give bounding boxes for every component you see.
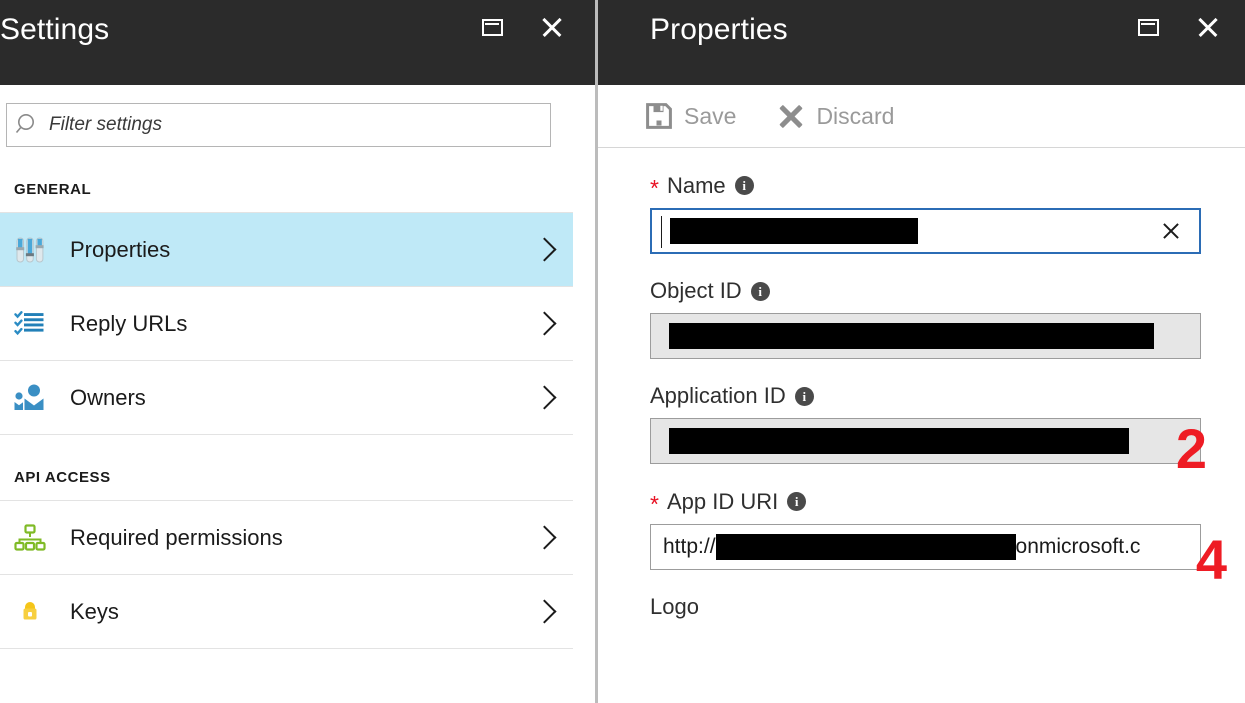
sidebar-item-label: Owners: [70, 384, 146, 410]
required-asterisk: *: [650, 175, 659, 201]
field-label-text: Application ID: [650, 383, 786, 408]
sidebar-item-label: Required permissions: [70, 524, 283, 550]
sidebar-item-reply-urls[interactable]: Reply URLs: [0, 287, 573, 361]
people-icon: [14, 383, 58, 413]
field-label-text: Name: [666, 172, 726, 198]
sidebar-item-keys[interactable]: Keys: [0, 575, 573, 649]
discard-icon: [778, 103, 804, 129]
close-icon: [1196, 15, 1220, 39]
field-application-id: Application ID i 2: [650, 385, 1207, 477]
settings-blade-header: Settings: [0, 0, 595, 85]
redacted-value: [669, 428, 1129, 454]
settings-body: GENERAL: [0, 85, 595, 703]
field-name: * Name i: [650, 174, 1201, 254]
field-logo: Logo: [650, 596, 1201, 618]
sidebar-item-properties[interactable]: Properties: [0, 213, 573, 287]
field-label-object-id: Object ID i: [650, 280, 1201, 302]
info-icon[interactable]: i: [794, 386, 814, 406]
save-icon: [646, 103, 672, 129]
properties-form: * Name i Object ID i Application ID i 2 …: [598, 148, 1245, 703]
redacted-value: [670, 218, 918, 244]
properties-restore-button[interactable]: [1133, 12, 1163, 42]
sidebar-item-owners[interactable]: Owners: [0, 361, 573, 435]
sidebar-item-label: Keys: [70, 598, 119, 624]
app-id-uri-suffix: onmicrosoft.c: [1015, 535, 1141, 558]
discard-label: Discard: [816, 102, 895, 129]
app-id-uri-prefix: http://: [663, 535, 716, 558]
sidebar-item-label: Properties: [70, 236, 171, 262]
field-label-name: * Name i: [650, 172, 1201, 201]
field-label-text: App ID URI: [666, 488, 779, 514]
save-label: Save: [684, 102, 737, 129]
required-asterisk: *: [650, 491, 659, 517]
chevron-right-icon: [535, 309, 553, 339]
restore-icon: [1137, 18, 1159, 36]
search-icon: [7, 112, 49, 138]
settings-close-button[interactable]: [537, 12, 567, 42]
hierarchy-icon: [14, 523, 58, 553]
chevron-right-icon: [535, 597, 553, 627]
command-bar: Save Discard: [598, 85, 1245, 148]
info-icon[interactable]: i: [734, 176, 754, 195]
redacted-value: [715, 534, 1016, 560]
app-id-uri-input[interactable]: http:// onmicrosoft.c: [650, 524, 1201, 570]
settings-blade-title: Settings: [0, 13, 110, 46]
properties-blade-title: Properties: [650, 13, 788, 46]
chevron-right-icon: [535, 383, 553, 413]
properties-blade: Properties Save Discard * Name i Object …: [598, 0, 1245, 703]
info-icon[interactable]: i: [787, 492, 807, 511]
field-label-text: Logo: [650, 594, 699, 619]
filter-settings-box[interactable]: [6, 103, 551, 147]
field-label-logo: Logo: [650, 596, 1201, 618]
clear-name-button[interactable]: [1161, 221, 1181, 241]
chevron-right-icon: [535, 523, 553, 553]
chevron-right-icon: [535, 235, 553, 265]
discard-button[interactable]: Discard: [778, 103, 894, 130]
sidebar-item-required-permissions[interactable]: Required permissions: [0, 501, 573, 575]
properties-close-button[interactable]: [1193, 12, 1223, 42]
close-icon: [540, 15, 564, 39]
application-id-input: [650, 418, 1201, 464]
nav-group-label-general: GENERAL: [14, 181, 92, 198]
settings-blade: Settings GENE: [0, 0, 598, 703]
restore-icon: [481, 18, 503, 36]
sidebar-item-label: Reply URLs: [70, 310, 188, 336]
field-object-id: Object ID i: [650, 280, 1201, 359]
azure-portal-blades: Settings GENE: [0, 0, 1245, 703]
filter-settings-input[interactable]: [49, 114, 550, 136]
field-app-id-uri: * App ID URI i http:// onmicrosoft.c 4: [650, 488, 1227, 588]
settings-restore-button[interactable]: [477, 12, 507, 42]
settings-window-controls: [477, 12, 567, 42]
object-id-input: [650, 313, 1201, 359]
field-label-text: Object ID: [650, 278, 742, 303]
field-label-application-id: Application ID i: [650, 385, 1201, 407]
properties-blade-header: Properties: [598, 0, 1245, 85]
key-icon: [14, 597, 58, 627]
save-button[interactable]: Save: [646, 103, 736, 130]
nav-list-general: Properties Reply URLs Owners: [0, 212, 573, 435]
name-input[interactable]: [650, 208, 1201, 254]
checklist-icon: [14, 310, 58, 338]
field-label-app-id-uri: * App ID URI i: [650, 488, 1201, 517]
sliders-icon: [14, 235, 58, 265]
nav-group-label-api-access: API ACCESS: [14, 469, 111, 486]
text-caret: [661, 216, 662, 248]
nav-list-api-access: Required permissions Keys: [0, 500, 573, 649]
redacted-value: [669, 323, 1154, 349]
properties-window-controls: [1133, 12, 1223, 42]
info-icon[interactable]: i: [750, 281, 770, 301]
